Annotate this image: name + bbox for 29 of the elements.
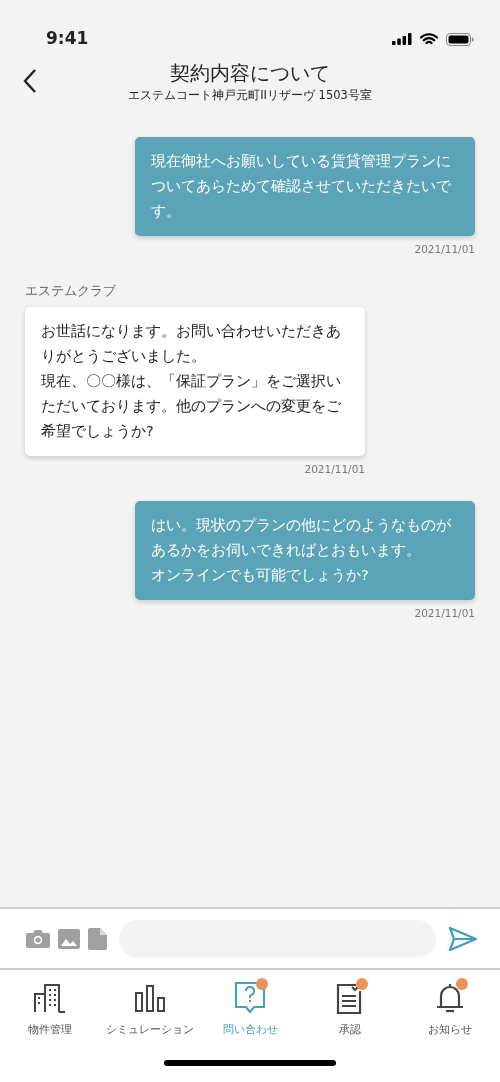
wifi-icon [420, 32, 438, 46]
message-text: はい。現状のプランの他にどのようなものがあるかをお伺いできればとおもいます。 [151, 516, 452, 561]
message-text: オンラインでも可能でしょうか? [151, 566, 370, 586]
message-date: 2021/11/01 [413, 242, 475, 257]
tab[interactable]: シミュレーション [100, 980, 200, 1038]
bar-chart-icon [134, 983, 166, 1013]
battery-icon [446, 32, 474, 46]
message-text: お世話になります。お問い合わせいただきありがとうございました。 [41, 321, 342, 366]
signal-icon [392, 33, 412, 45]
back-button[interactable] [22, 68, 38, 94]
checklist-icon [336, 982, 364, 1014]
message-text: 現在御社へお願いしている賃貸管理プランについてあらためて確認させていただきたいです。 [151, 152, 452, 221]
message-text: 現在、〇〇様は、「保証プラン」をご選択いただいております。他のプランへの変更をご希望でしょうか? [41, 371, 342, 441]
bell-icon [435, 982, 465, 1014]
page-title: 契約内容について [170, 60, 330, 86]
status-time: 9:41 [46, 27, 89, 51]
document-icon[interactable] [88, 927, 107, 950]
page-subtitle: エステムコート神戸元町IIリザーヴ 1503号室 [127, 87, 373, 104]
tab[interactable]: お知らせ [400, 980, 500, 1038]
send-icon[interactable] [448, 925, 478, 952]
building-icon [33, 983, 67, 1013]
question-bubble-icon [234, 981, 266, 1015]
message-date: 2021/11/01 [303, 461, 365, 477]
tab[interactable]: 物件管理 [0, 980, 100, 1038]
sender-name: エステムクラブ [25, 281, 117, 300]
image-icon[interactable] [58, 928, 80, 949]
camera-icon[interactable] [26, 928, 50, 949]
tab[interactable]: 承認 [300, 980, 400, 1038]
message-date: 2021/11/01 [413, 606, 475, 622]
